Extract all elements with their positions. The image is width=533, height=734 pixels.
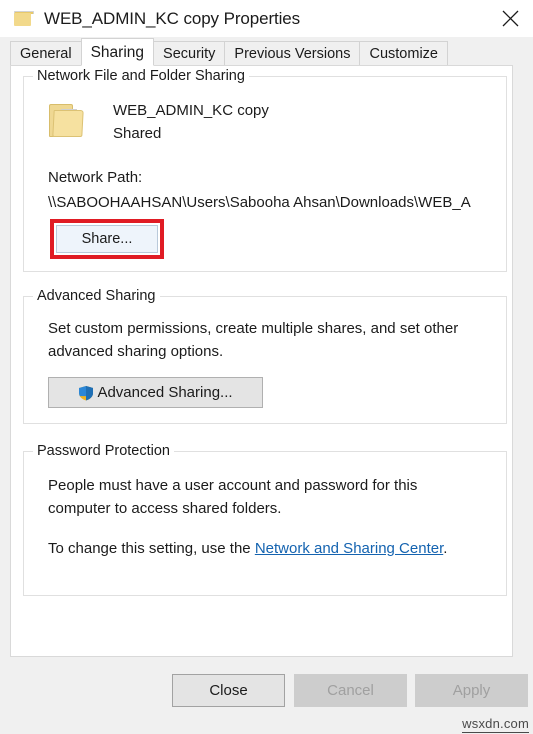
network-and-sharing-center-link[interactable]: Network and Sharing Center <box>255 540 443 557</box>
network-sharing-group-title: Network File and Folder Sharing <box>33 68 249 84</box>
shared-folder-name: WEB_ADMIN_KC copy <box>113 102 269 119</box>
dialog-footer: Close Cancel Apply wsxdn.com <box>0 657 533 734</box>
watermark: wsxdn.com <box>462 716 529 733</box>
properties-dialog: WEB_ADMIN_KC copy Properties General Sha… <box>0 0 533 734</box>
folder-icon <box>14 11 34 26</box>
share-button[interactable]: Share... <box>56 225 158 253</box>
change-setting-suffix: . <box>443 540 448 557</box>
tab-customize[interactable]: Customize <box>359 41 448 65</box>
advanced-sharing-group-title: Advanced Sharing <box>33 288 160 304</box>
advanced-sharing-button[interactable]: Advanced Sharing... <box>48 377 263 408</box>
folder-icon <box>48 101 88 138</box>
title-bar: WEB_ADMIN_KC copy Properties <box>0 0 533 37</box>
tab-security[interactable]: Security <box>153 41 226 65</box>
network-file-and-folder-sharing-group: Network File and Folder Sharing WEB_ADMI… <box>23 68 507 272</box>
close-icon[interactable] <box>487 0 533 37</box>
close-button[interactable]: Close <box>172 674 285 707</box>
network-path-label: Network Path: <box>48 169 143 186</box>
tab-general[interactable]: General <box>10 41 82 65</box>
shared-folder-row: WEB_ADMIN_KC copy Shared <box>48 99 269 145</box>
apply-button: Apply <box>415 674 528 707</box>
password-protection-group: Password Protection People must have a u… <box>23 443 507 596</box>
advanced-sharing-description: Set custom permissions, create multiple … <box>48 320 459 360</box>
advanced-sharing-group: Advanced Sharing Set custom permissions,… <box>23 288 507 424</box>
network-path-value: \\SABOOHAAHSAN\Users\Sabooha Ahsan\Downl… <box>48 194 471 211</box>
password-protection-change-setting: To change this setting, use the Network … <box>48 537 498 560</box>
change-setting-prefix: To change this setting, use the <box>48 540 255 557</box>
window-title: WEB_ADMIN_KC copy Properties <box>44 8 301 28</box>
uac-shield-icon <box>78 385 94 401</box>
advanced-sharing-button-label: Advanced Sharing... <box>97 384 233 401</box>
password-protection-group-title: Password Protection <box>33 443 174 459</box>
tab-previous-versions[interactable]: Previous Versions <box>224 41 361 65</box>
shared-folder-status: Shared <box>113 125 162 142</box>
sharing-tab-panel: Network File and Folder Sharing WEB_ADMI… <box>10 65 513 657</box>
password-protection-description: People must have a user account and pass… <box>48 477 418 517</box>
tab-strip: General Sharing Security Previous Versio… <box>0 37 533 66</box>
tab-sharing[interactable]: Sharing <box>80 38 155 66</box>
cancel-button: Cancel <box>294 674 407 707</box>
